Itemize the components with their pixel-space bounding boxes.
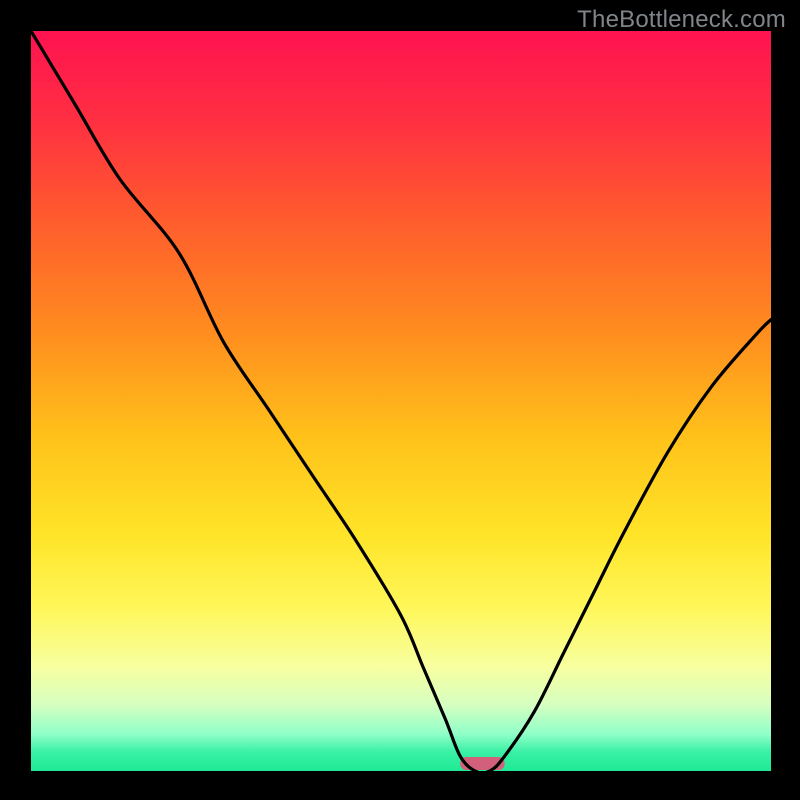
watermark-text: TheBottleneck.com (577, 6, 786, 34)
plot-background (31, 31, 771, 771)
chart-frame: TheBottleneck.com (0, 0, 800, 800)
bottleneck-chart (0, 0, 800, 800)
